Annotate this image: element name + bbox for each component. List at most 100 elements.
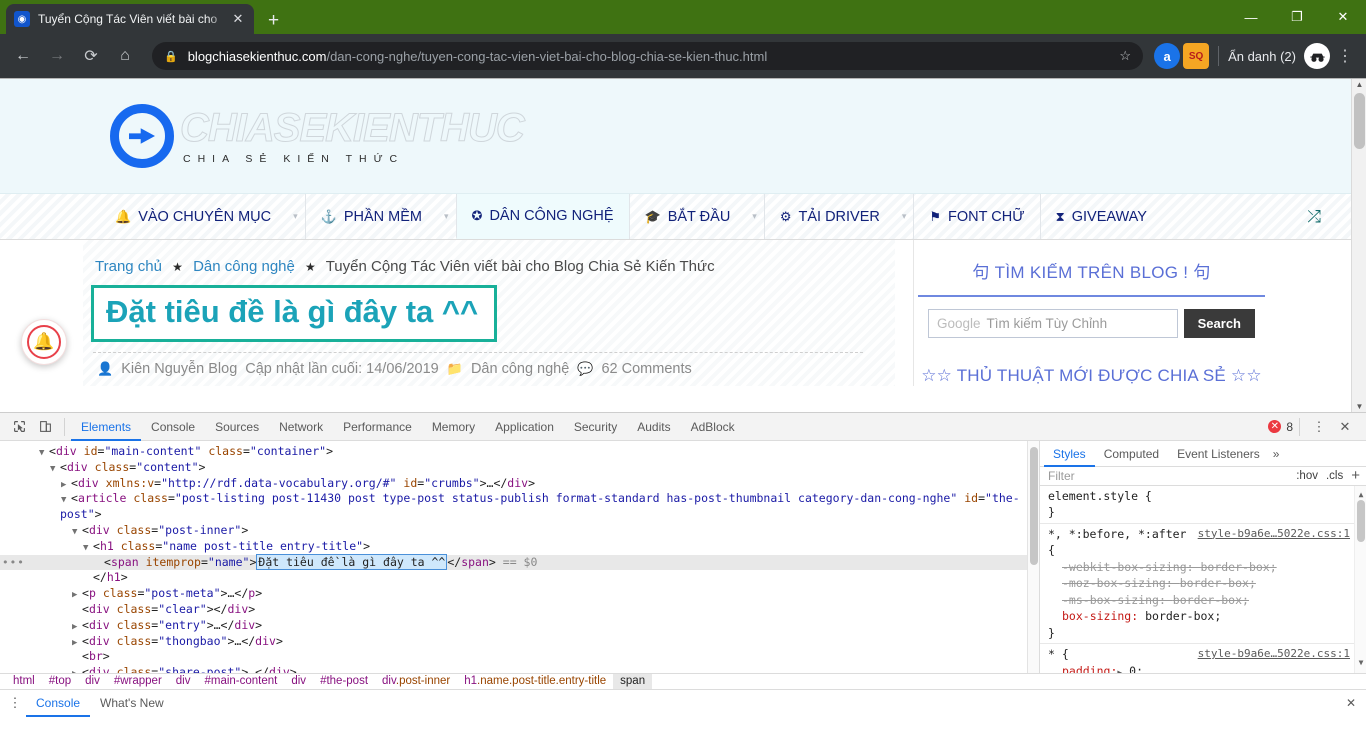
back-button[interactable]: ← [8,41,38,71]
dom-breadcrumb-item[interactable]: span [613,673,653,689]
dom-tree[interactable]: ▼ <div id="main-content" class="container… [0,441,1039,673]
browser-menu-button[interactable]: ⋮ [1332,46,1358,66]
devtools-tab-sources[interactable]: Sources [205,413,269,441]
style-rule[interactable]: *, *:before, *:after style-b9a6e…5022e.c… [1040,524,1366,645]
dom-breadcrumb-item[interactable]: div [169,674,198,689]
dom-breadcrumb-item[interactable]: h1.name.post-title.entry-title [457,674,613,689]
address-bar[interactable]: 🔒 blogchiasekienthuc.com/dan-cong-nghe/t… [152,42,1144,70]
sq-extension-icon[interactable]: SQ [1183,43,1210,69]
devtools-menu-button[interactable]: ⋮ [1306,415,1332,439]
dom-tree-node[interactable]: ▶ <div class="thongbao">…</div> [0,634,1039,650]
nav-caret-icon[interactable]: ▾ [745,194,764,239]
new-tab-button[interactable]: + [268,11,279,30]
devtools-tab-performance[interactable]: Performance [333,413,422,441]
home-button[interactable]: ⌂ [110,41,140,71]
devtools-tab-console[interactable]: Console [141,413,205,441]
dom-tree-node[interactable]: post"> [0,507,1039,523]
dom-tree-node[interactable]: <div class="clear"></div> [0,602,1039,618]
dom-breadcrumb-item[interactable]: #main-content [197,674,284,689]
avira-extension-icon[interactable]: a [1154,43,1181,69]
dom-tree-node[interactable]: <br> [0,649,1039,665]
nav-item-tai-driver[interactable]: ⚙ TẢI DRIVER [763,194,895,239]
drawer-tab-whats-new[interactable]: What's New [90,690,174,717]
nav-item-dan-cong-nghe[interactable]: ✪ DÂN CÔNG NGHỆ [455,194,629,239]
dom-tree-node[interactable]: ▼ <div class="content"> [0,460,1039,476]
search-button[interactable]: Search [1183,309,1255,338]
css-property[interactable]: -webkit-box-sizing: border-box; [1048,559,1366,576]
breadcrumb-category-link[interactable]: Dân công nghệ [193,258,295,275]
scroll-down-icon[interactable]: ▼ [1352,402,1366,411]
dom-breadcrumb-item[interactable]: #the-post [313,674,375,689]
dom-tree-node[interactable]: ▼ <article class="post-listing post-11430… [0,491,1039,507]
scrollbar-thumb[interactable] [1357,499,1365,542]
browser-tab[interactable]: ◉ Tuyển Cộng Tác Viên viết bài cho ✕ [6,4,254,34]
error-count-badge[interactable]: ✕ 8 [1268,420,1293,434]
nav-caret-icon[interactable]: ▾ [437,194,456,239]
close-window-button[interactable]: ✕ [1320,0,1366,34]
dom-breadcrumb-item[interactable]: #top [42,674,78,689]
close-tab-icon[interactable]: ✕ [230,11,246,27]
css-property[interactable]: box-sizing: border-box; [1048,608,1366,625]
node-more-icon[interactable]: ••• [2,555,25,571]
css-property[interactable]: padding:▶ 0; [1048,663,1366,673]
reload-button[interactable]: ⟳ [76,41,106,71]
search-input[interactable]: Google Tìm kiếm Tùy Chỉnh [928,309,1178,338]
rule-source-link[interactable]: style-b9a6e…5022e.css:1 [1198,526,1350,543]
shuffle-icon[interactable]: ⤮ [1277,194,1351,239]
style-rule[interactable]: element.style { } [1040,486,1366,524]
devtools-tab-audits[interactable]: Audits [627,413,680,441]
maximize-window-button[interactable]: ❐ [1274,0,1320,34]
site-logo[interactable]: CHIASEKIENTHUC CHIA SẺ KIẾN THỨC [110,104,525,168]
scrollbar-thumb[interactable] [1030,447,1038,565]
dom-tree-node[interactable]: ▼ <h1 class="name post-title entry-title"… [0,539,1039,555]
scroll-down-icon[interactable]: ▼ [1355,655,1366,672]
devtools-tab-security[interactable]: Security [564,413,627,441]
devtools-tab-application[interactable]: Application [485,413,564,441]
expand-icon[interactable]: ▶ [1117,668,1122,673]
nav-caret-icon[interactable]: ▾ [895,194,914,239]
dom-tree-node[interactable]: ▼ <div class="post-inner"> [0,523,1039,539]
element-classes-button[interactable]: .cls [1326,470,1343,482]
styles-rules-list[interactable]: element.style { } *, *:before, *:after s… [1040,485,1366,673]
dom-tree-node[interactable]: ••• <span itemprop="name"> Đặt tiêu đề là … [0,553,1039,571]
dom-tree-node[interactable]: ▼ <div id="main-content" class="container… [0,444,1039,460]
inspect-element-icon[interactable] [6,415,32,439]
devtools-tab-adblock[interactable]: AdBlock [681,413,745,441]
dom-tree-node[interactable]: ▶<div class="share-post">…</div> [0,665,1039,673]
nav-item-vao-chuyen-muc[interactable]: 🔔 VÀO CHUYÊN MỤC [100,194,286,239]
profile-chip[interactable]: Ẩn danh (2) [1228,43,1330,69]
devtools-tab-elements[interactable]: Elements [71,413,141,441]
devtools-close-button[interactable]: ✕ [1332,415,1358,439]
disclosure-triangle-icon[interactable]: ▶ [72,667,82,673]
bookmark-star-icon[interactable]: ☆ [1109,48,1131,64]
style-rule[interactable]: * { style-b9a6e…5022e.css:1 padding:▶ 0;… [1040,644,1366,673]
scrollbar-thumb[interactable] [1354,93,1365,149]
dom-breadcrumb-item[interactable]: #wrapper [107,674,169,689]
drawer-menu-button[interactable]: ⋮ [4,695,26,711]
page-scrollbar[interactable]: ▲ ▼ [1351,79,1366,412]
dom-tree-pane[interactable]: ▼ <div id="main-content" class="container… [0,441,1040,673]
styles-tab-styles[interactable]: Styles [1044,441,1095,467]
nav-item-bat-dau[interactable]: 🎓 BẮT ĐẦU [628,194,746,239]
css-property[interactable]: -ms-box-sizing: border-box; [1048,592,1366,609]
devtools-tab-memory[interactable]: Memory [422,413,485,441]
styles-scrollbar[interactable]: ▲ ▼ [1354,485,1366,673]
styles-more-tabs-icon[interactable]: » [1273,447,1280,461]
dom-tree-node[interactable]: </h1> [0,570,1039,586]
drawer-tab-console[interactable]: Console [26,690,90,717]
dom-tree-node[interactable]: ▶ <div class="entry">…</div> [0,618,1039,634]
scroll-up-icon[interactable]: ▲ [1352,80,1366,89]
dom-breadcrumb-item[interactable]: div [284,674,313,689]
nav-caret-icon[interactable]: ▾ [286,194,305,239]
rule-source-link[interactable]: style-b9a6e…5022e.css:1 [1198,646,1350,663]
force-state-button[interactable]: :hov [1296,470,1318,482]
drawer-close-button[interactable]: ✕ [1346,696,1366,710]
css-property[interactable]: -moz-box-sizing: border-box; [1048,575,1366,592]
dom-breadcrumb-item[interactable]: div.post-inner [375,674,457,689]
breadcrumb-home-link[interactable]: Trang chủ [95,258,162,275]
notification-bell-button[interactable]: 🔔 [21,319,67,365]
dom-breadcrumb-item[interactable]: html [6,674,42,689]
forward-button[interactable]: → [42,41,72,71]
dom-breadcrumb-item[interactable]: div [78,674,107,689]
styles-tab-event-listeners[interactable]: Event Listeners [1168,441,1269,467]
